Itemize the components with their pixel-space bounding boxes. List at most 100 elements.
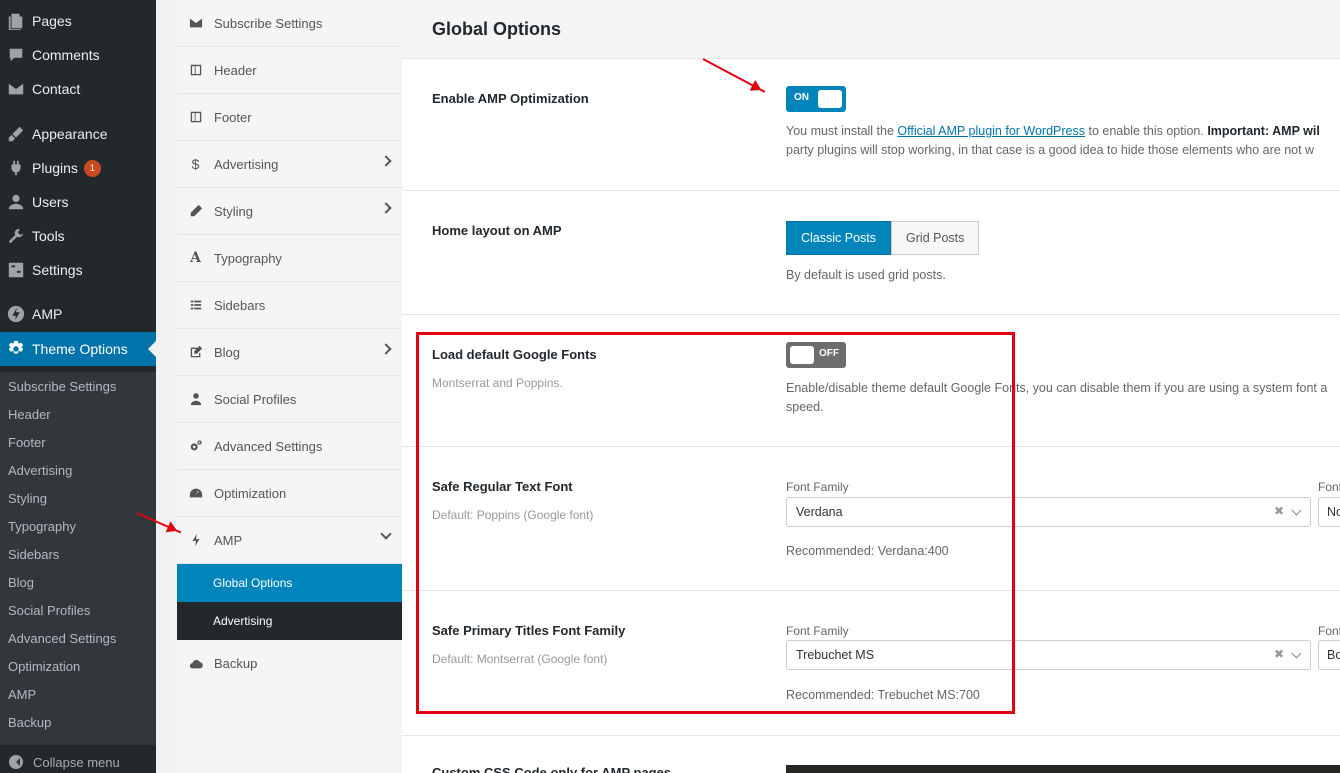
nav-item-blog[interactable]: Blog bbox=[177, 329, 402, 376]
nav-sub-advertising[interactable]: Advertising bbox=[177, 602, 402, 640]
option-description-line2: party plugins will stop working, in that… bbox=[786, 143, 1315, 157]
titles-font-weight-select[interactable]: Bo bbox=[1318, 640, 1340, 670]
font-weight-label: Font bbox=[1318, 624, 1340, 638]
list-icon bbox=[177, 298, 214, 312]
amp-plugin-link[interactable]: Official AMP plugin for WordPress bbox=[897, 124, 1085, 138]
nav-item-sidebars[interactable]: Sidebars bbox=[177, 282, 402, 329]
amp-icon bbox=[0, 305, 32, 323]
nav-item-label: Optimization bbox=[214, 485, 287, 501]
nav-item-typography[interactable]: A Typography bbox=[177, 235, 402, 282]
nav-item-styling[interactable]: Styling bbox=[177, 188, 402, 235]
nav-item-label: Backup bbox=[214, 656, 258, 671]
bolt-icon bbox=[177, 533, 214, 547]
wp-menu-comments[interactable]: Comments bbox=[0, 38, 156, 72]
regular-font-weight-select[interactable]: No bbox=[1318, 497, 1340, 527]
nav-item-amp[interactable]: AMP bbox=[177, 517, 402, 564]
nav-item-backup[interactable]: Backup bbox=[177, 640, 402, 687]
wp-submenu-item[interactable]: Optimization bbox=[8, 653, 80, 681]
toggle-knob bbox=[818, 90, 842, 108]
wp-submenu-item[interactable]: AMP bbox=[8, 681, 36, 709]
grid-posts-button[interactable]: Grid Posts bbox=[891, 221, 980, 255]
wp-submenu-item[interactable]: Blog bbox=[8, 569, 34, 597]
wp-submenu-item[interactable]: Footer bbox=[8, 429, 46, 457]
clear-icon[interactable]: ✖ bbox=[1274, 504, 1284, 518]
wp-menu-label: AMP bbox=[32, 306, 63, 322]
wp-submenu-item[interactable]: Subscribe Settings bbox=[8, 373, 116, 401]
chevron-right-icon bbox=[380, 343, 392, 355]
wp-submenu-item[interactable]: Advanced Settings bbox=[8, 625, 116, 653]
chevron-right-icon bbox=[380, 155, 392, 167]
chevron-down-icon bbox=[380, 528, 392, 540]
wp-menu-label: Plugins bbox=[32, 160, 78, 176]
nav-item-label: Blog bbox=[214, 344, 241, 360]
wp-submenu-item[interactable]: Typography bbox=[8, 513, 76, 541]
option-label: Enable AMP Optimization bbox=[432, 91, 589, 106]
wp-menu-appearance[interactable]: Appearance bbox=[0, 117, 156, 151]
plug-icon bbox=[0, 159, 32, 177]
nav-item-label: Header bbox=[214, 62, 257, 78]
gear-icon bbox=[0, 340, 32, 358]
option-enable-amp: Enable AMP Optimization ON You must inst… bbox=[402, 59, 1340, 191]
chevron-down-icon bbox=[1291, 648, 1302, 659]
classic-posts-button[interactable]: Classic Posts bbox=[786, 221, 892, 255]
wp-submenu-item[interactable]: Social Profiles bbox=[8, 597, 90, 625]
mail-icon bbox=[0, 80, 32, 98]
collapse-menu-button[interactable]: Collapse menu bbox=[0, 748, 156, 773]
nav-item-footer[interactable]: Footer bbox=[177, 94, 402, 141]
toggle-state: ON bbox=[794, 92, 809, 103]
nav-item-social-profiles[interactable]: Social Profiles bbox=[177, 376, 402, 423]
edit-icon bbox=[177, 345, 214, 359]
wp-submenu-item[interactable]: Sidebars bbox=[8, 541, 59, 569]
clear-icon[interactable]: ✖ bbox=[1274, 647, 1284, 661]
wp-submenu-item[interactable]: Header bbox=[8, 401, 51, 429]
chevron-right-icon bbox=[380, 202, 392, 214]
nav-item-subscribe-settings[interactable]: Subscribe Settings bbox=[177, 0, 402, 47]
wp-menu-contact[interactable]: Contact bbox=[0, 72, 156, 106]
pencil-icon bbox=[177, 204, 214, 218]
envelope-icon bbox=[177, 16, 214, 30]
wp-submenu-item[interactable]: Backup bbox=[8, 709, 51, 737]
comments-icon bbox=[0, 46, 32, 64]
collapse-menu-label: Collapse menu bbox=[33, 754, 120, 770]
update-count-badge: 1 bbox=[83, 159, 101, 177]
wp-menu-pages[interactable]: Pages bbox=[0, 4, 156, 38]
wp-submenu-item[interactable]: Advertising bbox=[8, 457, 72, 485]
wp-menu-tools[interactable]: Tools bbox=[0, 219, 156, 253]
enable-amp-toggle[interactable]: ON bbox=[786, 86, 846, 112]
dollar-icon: $ bbox=[191, 156, 200, 172]
font-icon: A bbox=[190, 250, 201, 266]
dashboard-icon bbox=[177, 486, 214, 500]
wp-submenu-item[interactable]: Styling bbox=[8, 485, 47, 513]
wp-menu-amp[interactable]: AMP bbox=[0, 297, 156, 331]
option-description: By default is used grid posts. bbox=[786, 268, 946, 282]
wp-menu-users[interactable]: Users bbox=[0, 185, 156, 219]
theme-options-nav: Subscribe Settings Header Footer $ Adver… bbox=[177, 0, 402, 773]
option-description: You must install the Official AMP plugin… bbox=[786, 122, 1320, 141]
css-code-editor[interactable] bbox=[786, 765, 1340, 773]
brush-icon bbox=[0, 125, 32, 143]
select-value: No bbox=[1327, 505, 1340, 519]
nav-item-advanced-settings[interactable]: Advanced Settings bbox=[177, 423, 402, 470]
collapse-icon bbox=[9, 755, 23, 769]
nav-item-label: AMP bbox=[214, 532, 243, 548]
nav-item-header[interactable]: Header bbox=[177, 47, 402, 94]
users-icon bbox=[0, 193, 32, 211]
layout-icon bbox=[177, 63, 214, 77]
desc-text: You must install the bbox=[786, 124, 898, 138]
nav-item-optimization[interactable]: Optimization bbox=[177, 470, 402, 517]
page-title: Global Options bbox=[432, 19, 561, 39]
cloud-icon bbox=[177, 657, 214, 671]
wp-menu-plugins[interactable]: Plugins 1 bbox=[0, 151, 156, 185]
nav-item-advertising[interactable]: $ Advertising bbox=[177, 141, 402, 188]
nav-sub-global-options[interactable]: Global Options bbox=[177, 564, 402, 602]
wp-menu-label: Settings bbox=[32, 262, 83, 278]
wp-menu-settings[interactable]: Settings bbox=[0, 253, 156, 287]
nav-item-label: Styling bbox=[214, 203, 254, 219]
wp-submenu: Subscribe Settings Header Footer Adverti… bbox=[0, 372, 156, 745]
nav-item-label: Sidebars bbox=[214, 297, 266, 313]
option-label: Home layout on AMP bbox=[432, 223, 562, 238]
wp-menu-theme-options[interactable]: Theme Options bbox=[0, 332, 156, 366]
home-layout-button-group: Classic Posts Grid Posts bbox=[786, 221, 980, 255]
highlight-box bbox=[416, 332, 1015, 714]
layout-icon bbox=[177, 110, 214, 124]
